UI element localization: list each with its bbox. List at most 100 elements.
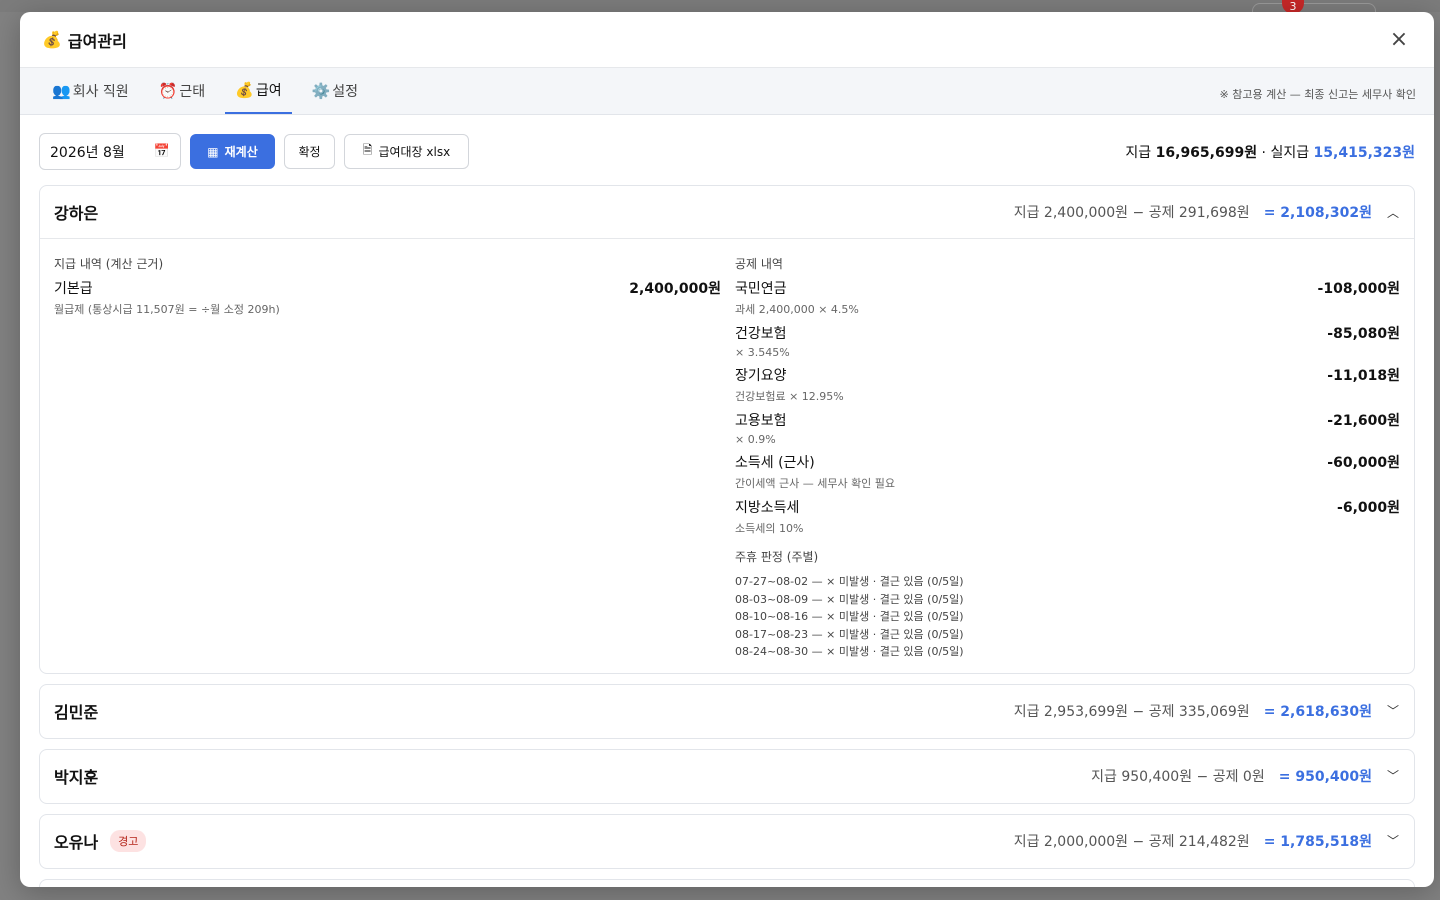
deduction-amount: -21,600원 bbox=[1327, 413, 1400, 429]
employee-card-partial bbox=[39, 878, 1415, 887]
pay-deduction-summary: 지급 2,953,699원 − 공제 335,069원 bbox=[1013, 703, 1250, 720]
employee-summary: 지급 2,000,000원 − 공제 214,482원 = 1,785,518원… bbox=[1014, 831, 1400, 851]
pay-deduction-summary: 지급 950,400원 − 공제 0원 bbox=[1091, 768, 1265, 785]
deduction-item: 소득세 (근사) 간이세액 근사 — 세무사 확인 필요 -60,000원 bbox=[735, 452, 1400, 491]
employee-name: 김민준 bbox=[54, 702, 99, 722]
modal-title-text: 급여관리 bbox=[67, 31, 127, 51]
tab-payroll[interactable]: 💰 급여 bbox=[225, 68, 292, 114]
pay-deduction-summary: 지급 2,000,000원 − 공제 214,482원 bbox=[1013, 833, 1250, 850]
deduction-amount: -108,000원 bbox=[1317, 281, 1400, 297]
chevron-up-icon[interactable]: ︿ bbox=[1386, 204, 1400, 221]
deduction-basis: 건강보험료 × 12.95% bbox=[735, 390, 844, 403]
export-xlsx-button[interactable]: 🗎 급여대장 xlsx bbox=[344, 134, 469, 169]
weekly-holiday-title: 주휴 판정 (주별) bbox=[735, 550, 819, 564]
deduction-amount: -6,000원 bbox=[1337, 500, 1400, 516]
disclaimer-note: ※ 참고용 계산 — 최종 신고는 세무사 확인 bbox=[1219, 88, 1417, 101]
warning-badge: 경고 bbox=[110, 829, 147, 852]
net-pay: = 2,108,302원 bbox=[1263, 205, 1372, 221]
total-pay-value: 16,965,699원 bbox=[1155, 144, 1258, 161]
deduction-item: 장기요양 건강보험료 × 12.95% -11,018원 bbox=[735, 365, 1400, 404]
deduction-label: 국민연금 bbox=[735, 281, 787, 297]
modal-header: 💰 급여관리 × bbox=[20, 12, 1434, 68]
pay-section-title: 지급 내역 (계산 근거) bbox=[54, 257, 164, 271]
payroll-content: 2026년 8월 📅 ▦ 재계산 확정 🗎 급여대장 xlsx 지급 16,96… bbox=[20, 115, 1434, 887]
deduction-label: 건강보험 bbox=[735, 326, 787, 342]
deduction-label: 소득세 (근사) bbox=[735, 455, 815, 471]
totals-separator: · bbox=[1257, 144, 1271, 161]
tab-settings[interactable]: ⚙️ 설정 bbox=[302, 68, 368, 114]
modal-title: 💰 급여관리 bbox=[42, 28, 127, 52]
employee-summary: 지급 950,400원 − 공제 0원 = 950,400원 ﹀ bbox=[1091, 766, 1400, 786]
confirm-button[interactable]: 확정 bbox=[284, 134, 335, 169]
tab-label: 회사 직원 bbox=[72, 84, 129, 100]
calendar-icon[interactable]: 📅 bbox=[154, 144, 170, 159]
deduction-basis: × 0.9% bbox=[735, 433, 776, 446]
chevron-down-icon[interactable]: ﹀ bbox=[1386, 767, 1400, 784]
chevron-down-icon[interactable]: ﹀ bbox=[1386, 702, 1400, 719]
tab-company-staff[interactable]: 👥 회사 직원 bbox=[42, 68, 139, 114]
weekly-holiday-row: 08-10~08-16 — × 미발생 · 결근 있음 (0/5일) bbox=[735, 610, 964, 623]
employee-card-header[interactable]: 김민준 지급 2,953,699원 − 공제 335,069원 = 2,618,… bbox=[40, 685, 1414, 737]
weekly-holiday-section: 주휴 판정 (주별) 07-27~08-02 — × 미발생 · 결근 있음 (… bbox=[735, 548, 1400, 661]
recalculate-button[interactable]: ▦ 재계산 bbox=[190, 134, 275, 169]
recalculate-label: 재계산 bbox=[224, 145, 258, 159]
pay-item-basis: 월급제 (통상시급 11,507원 = ÷월 소정 209h) bbox=[54, 303, 280, 316]
confirm-label: 확정 bbox=[298, 145, 321, 159]
net-pay: = 950,400원 bbox=[1278, 768, 1372, 785]
total-net-value: 15,415,323원 bbox=[1313, 144, 1415, 161]
pay-item-amount: 2,400,000원 bbox=[629, 281, 721, 297]
toolbar: 2026년 8월 📅 ▦ 재계산 확정 🗎 급여대장 xlsx 지급 16,96… bbox=[39, 133, 1415, 170]
employee-card-header[interactable]: 오유나 경고 지급 2,000,000원 − 공제 214,482원 = 1,7… bbox=[40, 815, 1414, 867]
tab-label: 급여 bbox=[255, 83, 282, 99]
deduction-section-title: 공제 내역 bbox=[735, 257, 783, 271]
employee-card-body: 지급 내역 (계산 근거) 기본급 월급제 (통상시급 11,507원 = ÷월… bbox=[40, 238, 1414, 673]
deduction-item: 국민연금과세 2,400,000 × 4.5% -108,000원 bbox=[735, 278, 1400, 317]
people-icon: 👥 bbox=[52, 82, 71, 100]
weekly-holiday-row: 07-27~08-02 — × 미발생 · 결근 있음 (0/5일) bbox=[735, 575, 964, 588]
employee-card-header[interactable]: 강하은 지급 2,400,000원 − 공제 291,698원 = 2,108,… bbox=[40, 186, 1414, 238]
deduction-label: 고용보험 bbox=[735, 413, 787, 429]
export-xlsx-label: 급여대장 xlsx bbox=[378, 145, 451, 159]
background-app bbox=[0, 0, 1440, 12]
chevron-down-icon[interactable]: ﹀ bbox=[1386, 832, 1400, 849]
deduction-amount: -60,000원 bbox=[1327, 455, 1400, 471]
payroll-modal: 💰 급여관리 × 👥 회사 직원 ⏰ 근태 💰 급여 ⚙️ 설정 ※ 참고용 계… bbox=[20, 12, 1434, 887]
close-icon: × bbox=[1389, 27, 1409, 52]
pay-item: 기본급 월급제 (통상시급 11,507원 = ÷월 소정 209h) 2,40… bbox=[54, 278, 721, 317]
tab-bar: 👥 회사 직원 ⏰ 근태 💰 급여 ⚙️ 설정 ※ 참고용 계산 — 최종 신고… bbox=[20, 68, 1434, 115]
tab-label: 근태 bbox=[179, 84, 206, 100]
employee-name: 오유나 bbox=[54, 832, 99, 852]
tab-label: 설정 bbox=[332, 84, 359, 100]
weekly-holiday-row: 08-24~08-30 — × 미발생 · 결근 있음 (0/5일) bbox=[735, 645, 964, 658]
total-net-label: 실지급 bbox=[1270, 144, 1310, 161]
month-value: 2026년 8월 bbox=[50, 144, 125, 161]
deduction-label: 지방소득세 bbox=[735, 500, 800, 516]
alarm-clock-icon: ⏰ bbox=[158, 82, 178, 100]
employee-summary: 지급 2,400,000원 − 공제 291,698원 = 2,108,302원… bbox=[1014, 202, 1400, 222]
deduction-basis: × 3.545% bbox=[735, 346, 790, 359]
employee-card-header[interactable]: 박지훈 지급 950,400원 − 공제 0원 = 950,400원 ﹀ bbox=[40, 750, 1414, 802]
gear-icon: ⚙️ bbox=[311, 82, 331, 100]
employee-card: 김민준 지급 2,953,699원 − 공제 335,069원 = 2,618,… bbox=[39, 683, 1415, 739]
weekly-holiday-row: 08-17~08-23 — × 미발생 · 결근 있음 (0/5일) bbox=[735, 627, 964, 641]
deduction-basis: 간이세액 근사 — 세무사 확인 필요 bbox=[735, 477, 896, 490]
deduction-item: 건강보험 × 3.545% -85,080원 bbox=[735, 323, 1400, 359]
total-pay-label: 지급 bbox=[1125, 144, 1152, 161]
deduction-details: 공제 내역 국민연금 과세 2,400,000 × 4.5% -108,000원 … bbox=[735, 255, 1400, 661]
close-button[interactable]: × bbox=[1386, 27, 1412, 53]
month-picker[interactable]: 2026년 8월 📅 bbox=[39, 133, 181, 170]
deduction-item: 고용보험 × 0.9% -21,600원 bbox=[735, 410, 1400, 446]
spreadsheet-file-icon: 🗎 bbox=[362, 143, 373, 157]
employee-summary: 지급 2,953,699원 − 공제 335,069원 = 2,618,630원… bbox=[1014, 701, 1400, 721]
pay-item-label: 기본급 bbox=[54, 281, 93, 297]
deduction-amount: -11,018원 bbox=[1327, 368, 1400, 384]
employee-card: 박지훈 지급 950,400원 − 공제 0원 = 950,400원 ﹀ bbox=[39, 748, 1415, 804]
net-pay: = 1,785,518원 bbox=[1263, 833, 1372, 850]
deduction-item: 지방소득세 소득세의 10% -6,000원 bbox=[735, 497, 1400, 536]
tab-attendance[interactable]: ⏰ 근태 bbox=[149, 68, 215, 114]
deduction-basis: 과세 2,400,000 × 4.5% bbox=[735, 303, 859, 316]
money-bag-icon: 💰 bbox=[42, 30, 62, 49]
deduction-amount: -85,080원 bbox=[1327, 326, 1400, 342]
money-bag-icon: 💰 bbox=[235, 81, 254, 99]
employee-name: 강하은 bbox=[54, 204, 99, 223]
